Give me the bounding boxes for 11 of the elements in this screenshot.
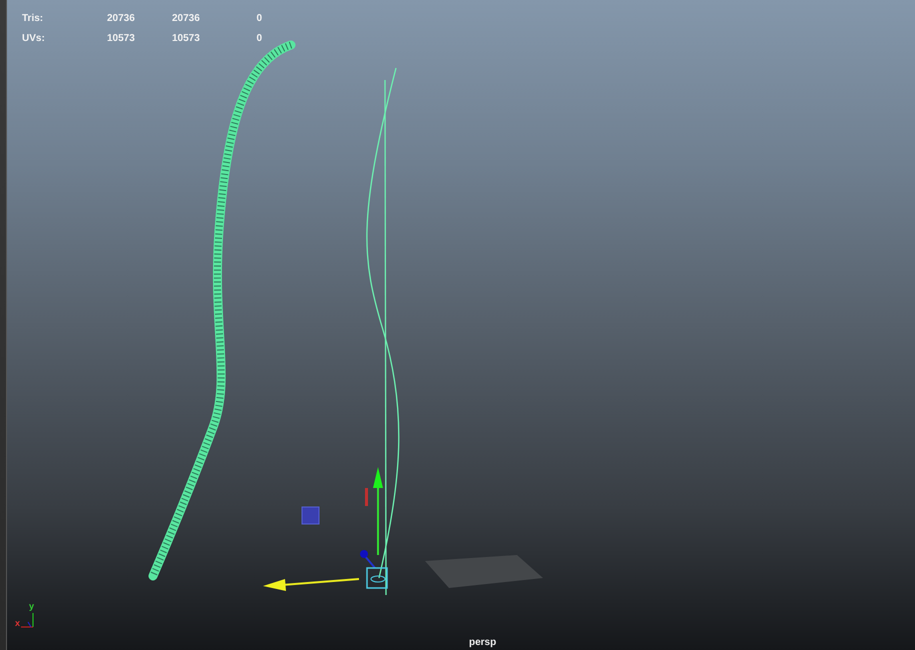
axis-label: x (15, 618, 20, 628)
stat-value: 10573 (172, 32, 201, 45)
stat-label: Tris: (22, 12, 44, 25)
stat-value: 20736 (107, 12, 136, 25)
stat-value: 10573 (107, 32, 136, 45)
camera-label: persp (469, 637, 496, 648)
stat-value: 0 (255, 32, 262, 45)
stat-value: 20736 (172, 12, 201, 25)
stat-value: 0 (255, 12, 262, 25)
stat-label: UVs: (22, 32, 46, 45)
axis-label: y (29, 601, 34, 611)
